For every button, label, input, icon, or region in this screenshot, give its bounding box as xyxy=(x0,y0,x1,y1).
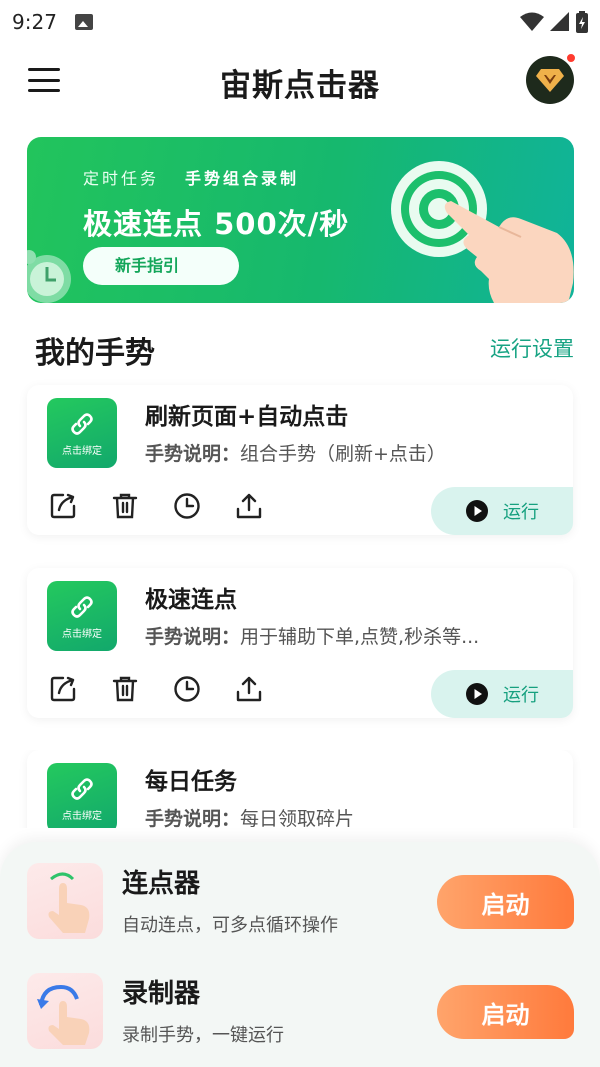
signal-icon xyxy=(550,12,569,31)
tools-bottom-sheet: 连点器 自动连点，可多点循环操作 启动 录制器 录制手势，一键运行 启动 xyxy=(0,842,600,1067)
run-label: 运行 xyxy=(503,502,539,523)
tool-description: 录制手势，一键运行 xyxy=(122,1025,284,1046)
run-label: 运行 xyxy=(503,685,539,706)
schedule-clock-icon[interactable] xyxy=(173,675,201,703)
share-upload-icon[interactable] xyxy=(235,675,263,703)
banner-tag-timer: 定时任务 xyxy=(83,169,160,188)
recorder-icon xyxy=(27,973,103,1049)
wifi-icon xyxy=(520,12,544,31)
bind-button[interactable]: 点击绑定 xyxy=(47,581,117,651)
app-header: 宙斯点击器 xyxy=(0,50,600,110)
description-text: 用于辅助下单,点赞,秒杀等... xyxy=(240,626,480,648)
gesture-actions xyxy=(49,675,263,703)
alarm-clock-icon xyxy=(27,250,71,303)
edit-icon[interactable] xyxy=(49,675,77,703)
tool-row-recorder: 录制器 录制手势，一键运行 启动 xyxy=(0,973,600,1053)
share-upload-icon[interactable] xyxy=(235,492,263,520)
status-time: 9:27 xyxy=(12,10,57,34)
banner-tags: 定时任务 手势组合录制 xyxy=(83,165,299,189)
description-label: 手势说明： xyxy=(145,443,241,465)
run-button[interactable]: 运行 xyxy=(431,670,573,718)
schedule-clock-icon[interactable] xyxy=(173,492,201,520)
bind-label: 点击绑定 xyxy=(62,628,102,640)
auto-clicker-icon xyxy=(27,863,103,939)
delete-icon[interactable] xyxy=(111,492,139,520)
notification-dot xyxy=(565,52,577,64)
tool-description: 自动连点，可多点循环操作 xyxy=(122,915,338,936)
my-gestures-title: 我的手势 xyxy=(35,336,155,371)
gesture-description: 手势说明：每日领取碎片 xyxy=(145,804,555,828)
banner-tag-gesture: 手势组合录制 xyxy=(185,169,300,188)
tool-name: 录制器 xyxy=(122,979,201,1009)
delete-icon[interactable] xyxy=(111,675,139,703)
status-icons xyxy=(520,11,588,33)
bind-button[interactable]: 点击绑定 xyxy=(47,398,117,468)
gesture-card[interactable]: 点击绑定 极速连点 手势说明：用于辅助下单,点赞,秒杀等... 运行 xyxy=(27,568,573,718)
battery-icon xyxy=(576,11,588,33)
diamond-icon xyxy=(536,69,564,92)
link-icon xyxy=(71,777,93,800)
gesture-actions xyxy=(49,492,263,520)
gesture-name: 极速连点 xyxy=(145,587,237,613)
gesture-description: 手势说明：组合手势（刷新+点击） xyxy=(145,439,555,466)
banner-headline: 极速连点 500次/秒 xyxy=(83,207,350,241)
play-icon xyxy=(466,500,488,522)
status-bar: 9:27 xyxy=(0,0,600,44)
edit-icon[interactable] xyxy=(49,492,77,520)
bind-label: 点击绑定 xyxy=(62,445,102,457)
start-button[interactable]: 启动 xyxy=(437,875,574,929)
bind-label: 点击绑定 xyxy=(62,810,102,822)
gesture-name: 刷新页面+自动点击 xyxy=(145,404,349,430)
gesture-card-clip: 点击绑定 每日任务 手势说明：每日领取碎片 xyxy=(0,750,600,828)
description-label: 手势说明： xyxy=(145,808,241,828)
vip-badge-icon[interactable] xyxy=(526,56,574,104)
tool-name: 连点器 xyxy=(122,869,201,899)
description-label: 手势说明： xyxy=(145,626,241,648)
gesture-card[interactable]: 点击绑定 每日任务 手势说明：每日领取碎片 xyxy=(27,750,573,828)
run-settings-link[interactable]: 运行设置 xyxy=(490,333,574,363)
pointing-hand-icon xyxy=(444,201,574,303)
link-icon xyxy=(71,595,93,618)
start-button[interactable]: 启动 xyxy=(437,985,574,1039)
bind-button[interactable]: 点击绑定 xyxy=(47,763,117,828)
link-icon xyxy=(71,412,93,435)
gallery-notification-icon xyxy=(74,14,93,30)
gesture-description: 手势说明：用于辅助下单,点赞,秒杀等... xyxy=(145,622,555,649)
tool-row-auto-clicker: 连点器 自动连点，可多点循环操作 启动 xyxy=(0,863,600,943)
play-icon xyxy=(466,683,488,705)
gesture-name: 每日任务 xyxy=(145,769,237,795)
description-text: 每日领取碎片 xyxy=(240,808,355,828)
app-title: 宙斯点击器 xyxy=(220,68,380,104)
run-button[interactable]: 运行 xyxy=(431,487,573,535)
description-text: 组合手势（刷新+点击） xyxy=(240,443,446,465)
promo-banner[interactable]: 定时任务 手势组合录制 极速连点 500次/秒 新手指引 xyxy=(27,137,574,303)
beginner-guide-button[interactable]: 新手指引 xyxy=(83,247,239,285)
gesture-card[interactable]: 点击绑定 刷新页面+自动点击 手势说明：组合手势（刷新+点击） 运行 xyxy=(27,385,573,535)
